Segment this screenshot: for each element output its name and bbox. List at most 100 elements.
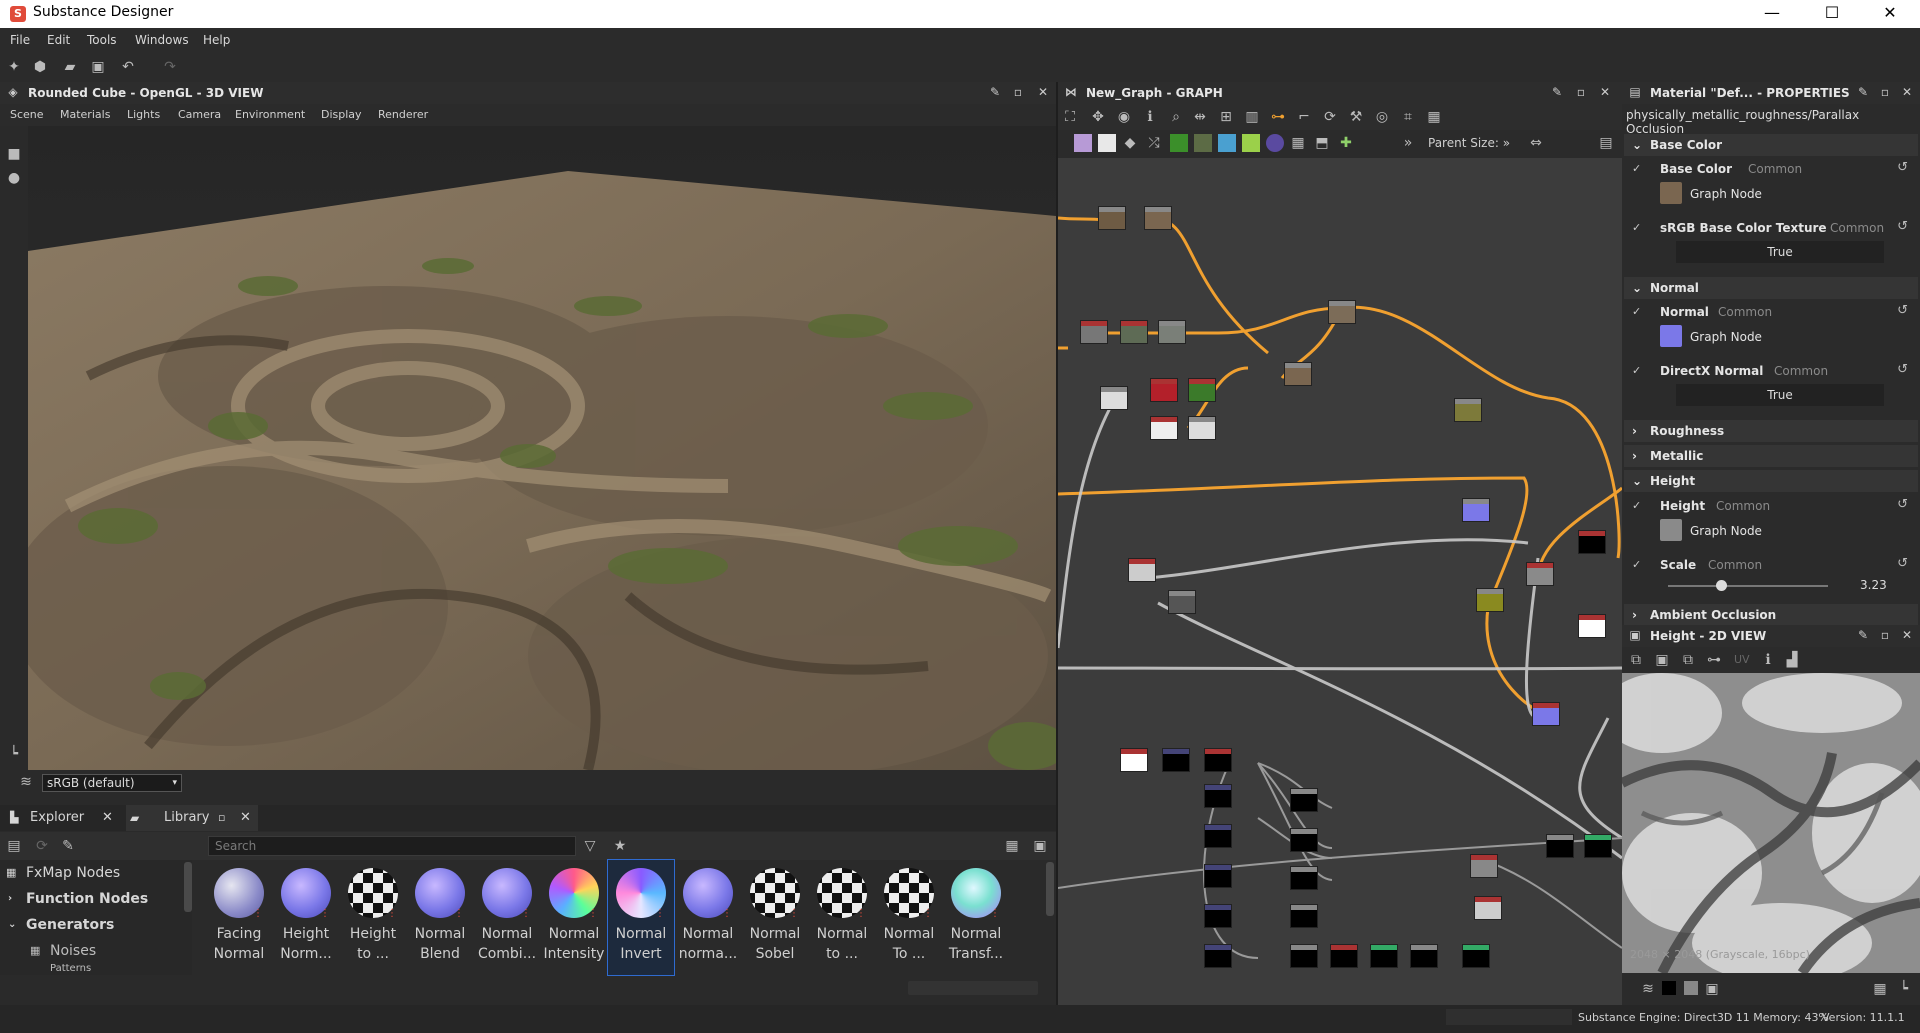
graph-node[interactable] <box>1410 944 1438 968</box>
tree-item-generators[interactable]: ⌄ Generators <box>0 912 192 938</box>
library-node[interactable]: ⋮ Facing Normal <box>206 860 272 975</box>
minimize-button[interactable]: — <box>1744 0 1800 28</box>
tree-item-fxmap-nodes[interactable]: ▦ FxMap Nodes <box>0 860 192 886</box>
graph-node[interactable] <box>1204 944 1232 968</box>
float-panel-icon[interactable]: ▫ <box>1574 85 1588 99</box>
graph-node[interactable] <box>1128 558 1156 582</box>
3d-menu-renderer[interactable]: Renderer <box>378 108 428 121</box>
parent-size-control[interactable]: Parent Size: » <box>1428 136 1510 150</box>
check-icon[interactable]: ✓ <box>1632 558 1644 571</box>
close-explorer-tab-icon[interactable]: ✕ <box>102 805 113 831</box>
close-window-button[interactable]: ✕ <box>1862 0 1918 28</box>
check-icon[interactable]: ✓ <box>1632 221 1644 234</box>
copy-icon[interactable]: ⧉ <box>1628 652 1644 668</box>
3d-viewport[interactable] <box>28 126 1056 770</box>
graph-node[interactable] <box>1080 320 1108 344</box>
transform-node-icon[interactable]: ✚ <box>1338 135 1354 151</box>
colorspace-dropdown[interactable]: sRGB (default) ▾ <box>42 774 182 792</box>
redo-icon[interactable]: ↷ <box>162 59 178 75</box>
search-icon[interactable]: ⌕ <box>1168 109 1184 125</box>
height-map-preview[interactable] <box>1622 673 1920 973</box>
close-properties-icon[interactable]: ✕ <box>1900 85 1914 99</box>
graph-node[interactable] <box>1578 530 1606 554</box>
drop-icon[interactable]: ◆ <box>1122 135 1138 151</box>
section-normal[interactable]: ⌄ Normal <box>1624 277 1918 299</box>
link-mode-icon[interactable]: ⇔ <box>1528 135 1544 151</box>
menu-help[interactable]: Help <box>203 33 230 47</box>
srgb-value-field[interactable]: True <box>1676 241 1884 263</box>
gradient-node-icon[interactable] <box>1170 134 1188 152</box>
graph-node[interactable] <box>1526 562 1554 586</box>
camera-icon[interactable]: ■ <box>6 146 22 162</box>
menu-edit[interactable]: Edit <box>47 33 70 47</box>
scale-slider-handle[interactable] <box>1715 580 1727 591</box>
align-icon[interactable]: ⇹ <box>1192 109 1208 125</box>
pin-icon[interactable]: ✎ <box>1550 85 1564 99</box>
graph-node[interactable] <box>1330 944 1358 968</box>
graph-node[interactable] <box>1098 206 1126 230</box>
duplicate-icon[interactable]: ⧉ <box>1680 652 1696 668</box>
connector-icon[interactable]: ⌐ <box>1296 109 1312 125</box>
float-panel-icon[interactable]: ▫ <box>1878 628 1892 642</box>
reset-icon[interactable]: ↺ <box>1897 303 1908 318</box>
crop-icon[interactable]: ⌗ <box>1400 109 1416 125</box>
axis-icon[interactable]: ┕ <box>6 746 22 762</box>
library-edit-icon[interactable]: ✎ <box>60 838 76 854</box>
float-panel-icon[interactable]: ▫ <box>1878 85 1892 99</box>
menu-tools[interactable]: Tools <box>87 33 117 47</box>
graph-node[interactable] <box>1584 834 1612 858</box>
graph-node[interactable] <box>1290 904 1318 928</box>
grid-scrollbar[interactable] <box>1046 862 1054 916</box>
tab-explorer[interactable]: ▙ Explorer ✕ <box>6 805 120 831</box>
library-node[interactable]: ⋮ Normal norma... <box>675 860 741 975</box>
black-background-swatch[interactable] <box>1662 981 1676 995</box>
grid-node-icon[interactable]: ▦ <box>1290 135 1306 151</box>
favorites-icon[interactable]: ★ <box>612 838 628 854</box>
save-icon[interactable]: ▣ <box>1654 652 1670 668</box>
close-3d-view-icon[interactable]: ✕ <box>1036 85 1050 99</box>
library-node[interactable]: ⋮ Normal Combi... <box>474 860 540 975</box>
graph-node[interactable] <box>1370 944 1398 968</box>
close-graph-icon[interactable]: ✕ <box>1598 85 1612 99</box>
graph-canvas[interactable] <box>1058 158 1622 1005</box>
reset-icon[interactable]: ↺ <box>1897 362 1908 377</box>
section-base-color[interactable]: ⌄ Base Color <box>1624 134 1918 156</box>
layers-icon[interactable]: ≋ <box>1640 981 1656 997</box>
library-node[interactable]: ⋮ Normal to ... <box>809 860 875 975</box>
menu-file[interactable]: File <box>10 33 30 47</box>
library-node[interactable]: ⋮ Normal Transf... <box>943 860 1009 975</box>
library-add-icon[interactable]: ▤ <box>6 838 22 854</box>
check-icon[interactable]: ✓ <box>1632 162 1644 175</box>
save-icon[interactable]: ▣ <box>90 59 106 75</box>
screenshot-icon[interactable]: ◉ <box>1116 109 1132 125</box>
graph-node[interactable] <box>1290 788 1318 812</box>
table-icon[interactable]: ▥ <box>1244 109 1260 125</box>
graph-node[interactable] <box>1188 378 1216 402</box>
scale-slider-track[interactable] <box>1668 585 1828 587</box>
bitmap-node-icon[interactable] <box>1074 134 1092 152</box>
graph-options-icon[interactable]: ▤ <box>1598 135 1614 151</box>
frame-all-icon[interactable]: ⛶ <box>1062 109 1078 125</box>
graph-node[interactable] <box>1462 498 1490 522</box>
channel-icon[interactable]: ▣ <box>1704 981 1720 997</box>
graph-node[interactable] <box>1470 854 1498 878</box>
close-2d-view-icon[interactable]: ✕ <box>1900 628 1914 642</box>
view-options-icon[interactable]: ▣ <box>1032 838 1048 854</box>
tree-item-noises[interactable]: ▦ Noises <box>0 938 192 964</box>
3d-menu-display[interactable]: Display <box>321 108 362 121</box>
tree-scrollbar[interactable] <box>184 862 192 912</box>
tools-icon[interactable]: ⚒ <box>1348 109 1364 125</box>
section-height[interactable]: ⌄ Height <box>1624 470 1918 492</box>
graph-node[interactable] <box>1578 614 1606 638</box>
layers-icon[interactable]: ≋ <box>18 774 34 790</box>
link-icon[interactable]: ⊶ <box>1706 652 1722 668</box>
tree-item-function-nodes[interactable]: › Function Nodes <box>0 886 192 912</box>
3d-menu-materials[interactable]: Materials <box>60 108 110 121</box>
filter-icon[interactable]: ▽ <box>582 838 598 854</box>
check-icon[interactable]: ✓ <box>1632 364 1644 377</box>
refresh-icon[interactable]: ⟳ <box>1322 109 1338 125</box>
horizontal-scrollbar-thumb[interactable] <box>908 981 1038 995</box>
uv-toggle[interactable]: UV <box>1734 653 1750 666</box>
library-refresh-icon[interactable]: ⟳ <box>34 838 50 854</box>
section-ambient-occlusion[interactable]: › Ambient Occlusion <box>1624 604 1918 625</box>
